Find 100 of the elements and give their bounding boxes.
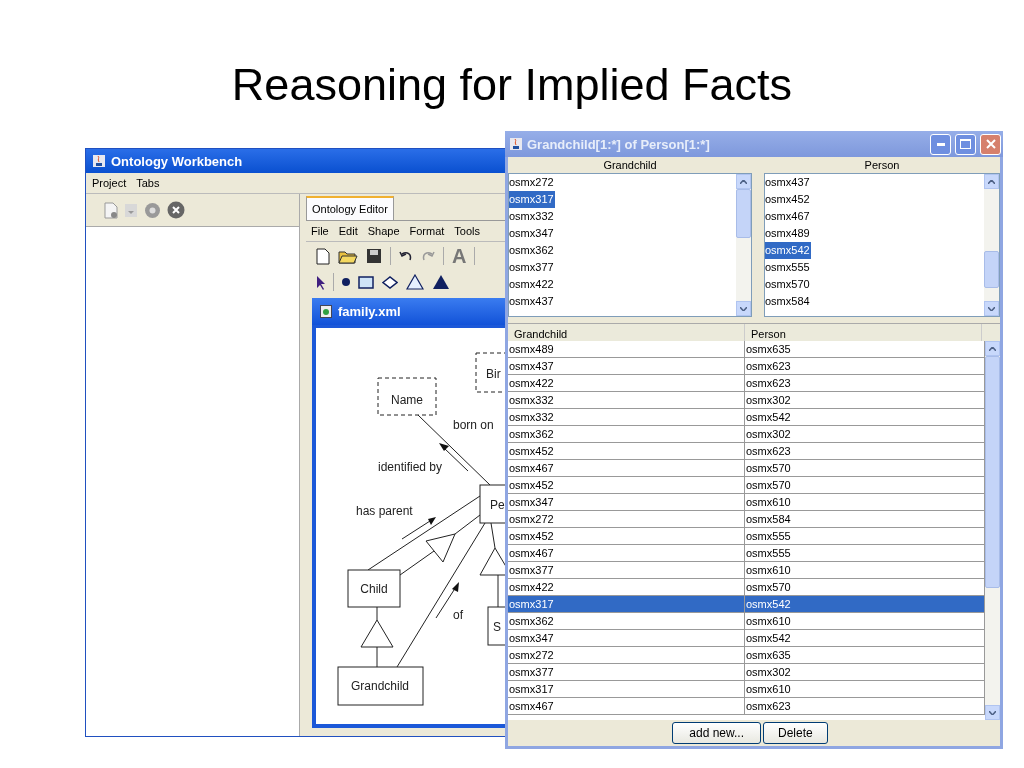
table-cell: osmx317 [508,681,745,697]
menu-item[interactable]: Shape [367,225,400,237]
list-item[interactable]: osmx437 [765,174,811,191]
dot-icon[interactable] [342,278,350,286]
table-row[interactable]: osmx377 osmx302 [508,664,985,681]
close-icon[interactable] [167,201,185,219]
table-row[interactable]: osmx362 osmx610 [508,613,985,630]
menu-item[interactable]: Tabs [136,177,160,189]
table-row[interactable]: osmx422 osmx623 [508,375,985,392]
menu-item[interactable]: Edit [338,225,358,237]
class-node: Pe [479,484,506,524]
filled-triangle-icon[interactable] [432,274,450,290]
class-node: Bir [475,352,506,393]
table-row[interactable]: osmx467 osmx570 [508,460,985,477]
list-item[interactable]: osmx362 [509,242,555,259]
document-title: family.xml [338,304,401,319]
table-cell: osmx452 [508,477,745,493]
triangle-icon[interactable] [406,274,424,290]
table-cell: osmx377 [508,664,745,680]
list-item[interactable]: osmx555 [765,259,811,276]
table-cell: osmx362 [508,613,745,629]
list-item[interactable]: osmx437 [509,293,555,310]
table-row[interactable]: osmx332 osmx302 [508,392,985,409]
table-row[interactable]: osmx452 osmx623 [508,443,985,460]
table-row[interactable]: osmx347 osmx542 [508,630,985,647]
menu-item[interactable]: Tools [454,225,481,237]
window-title: Grandchild[1:*] of Person[1:*] [527,136,710,152]
table-row[interactable]: osmx452 osmx570 [508,477,985,494]
window-title: Ontology Workbench [111,153,243,169]
scroll-bar[interactable] [984,174,999,316]
generalization-triangle [425,533,456,563]
scroll-bar[interactable] [985,341,1000,720]
maximize-button[interactable] [955,133,976,155]
list-item[interactable]: osmx422 [509,276,555,293]
edge-label: identified by [378,460,443,474]
table-row[interactable]: osmx437 osmx623 [508,358,985,375]
table-cell: osmx422 [508,579,745,595]
list-item[interactable]: osmx332 [509,208,555,225]
list-item[interactable]: osmx272 [509,174,555,191]
table-cell: osmx452 [508,443,745,459]
table-cell: osmx377 [508,562,745,578]
list-item[interactable]: osmx584 [765,293,811,310]
list-header: Grandchild [602,158,658,173]
slide-title: Reasoning for Implied Facts [230,58,794,112]
list-item[interactable]: osmx467 [765,208,811,225]
maximize-icon [960,139,971,149]
folder-icon[interactable] [338,248,358,264]
new-file-icon[interactable] [316,247,330,265]
table-cell: osmx332 [508,409,745,425]
editor-tab[interactable]: Ontology Editor [306,196,394,220]
table-row[interactable]: osmx272 osmx584 [508,511,985,528]
rectangle-icon[interactable] [358,275,374,289]
list-item[interactable]: osmx542 [765,242,811,259]
cup-icon [509,137,523,151]
connector-line [490,522,496,549]
table-row[interactable]: osmx377 osmx610 [508,562,985,579]
document-icon [320,305,332,318]
menu-item[interactable]: Project [92,177,127,189]
list-item[interactable]: osmx317 [509,191,555,208]
save-icon[interactable] [366,248,382,264]
table-row[interactable]: osmx489 osmx635 [508,341,985,358]
generalization-triangle [360,619,394,648]
diamond-icon[interactable] [382,275,398,289]
table-row[interactable]: osmx452 osmx555 [508,528,985,545]
table-cell: osmx437 [508,358,745,374]
text-tool[interactable]: A [452,244,467,268]
table-cell: osmx317 [508,596,745,612]
pointer-icon[interactable] [316,274,325,290]
table-row[interactable]: osmx317 osmx610 [508,681,985,698]
list-item[interactable]: osmx377 [509,259,555,276]
minimize-button[interactable] [930,133,951,155]
cup-icon [92,154,106,168]
table-cell: osmx347 [508,630,745,646]
table-row[interactable]: osmx317 osmx542 [508,596,985,613]
table-row[interactable]: osmx347 osmx610 [508,494,985,511]
document-icon[interactable] [104,201,118,219]
table-cell: osmx467 [508,545,745,561]
table-row[interactable]: osmx272 osmx635 [508,647,985,664]
list-item[interactable]: osmx347 [509,225,555,242]
dialog-button[interactable]: Delete [763,722,828,744]
menu-item[interactable]: Format [409,225,445,237]
list-item[interactable]: osmx489 [765,225,811,242]
edge-label: has parent [356,504,413,518]
edge-label: of [453,608,463,622]
class-node: Grandchild [337,666,424,706]
table-cell: osmx272 [508,511,745,527]
close-button[interactable] [980,133,1001,155]
list-item[interactable]: osmx570 [765,276,811,293]
table-row[interactable]: osmx362 osmx302 [508,426,985,443]
table-row[interactable]: osmx332 osmx542 [508,409,985,426]
table-row[interactable]: osmx467 osmx623 [508,698,985,715]
direction-arrow [401,517,436,540]
list-item[interactable]: osmx452 [765,191,811,208]
list-header: Person [863,158,901,173]
dialog-button[interactable]: add new... [672,722,761,744]
table-cell: osmx272 [508,647,745,663]
undo-icon[interactable] [399,251,413,261]
table-row[interactable]: osmx467 osmx555 [508,545,985,562]
menu-item[interactable]: File [311,225,329,237]
scroll-bar[interactable] [736,174,751,316]
